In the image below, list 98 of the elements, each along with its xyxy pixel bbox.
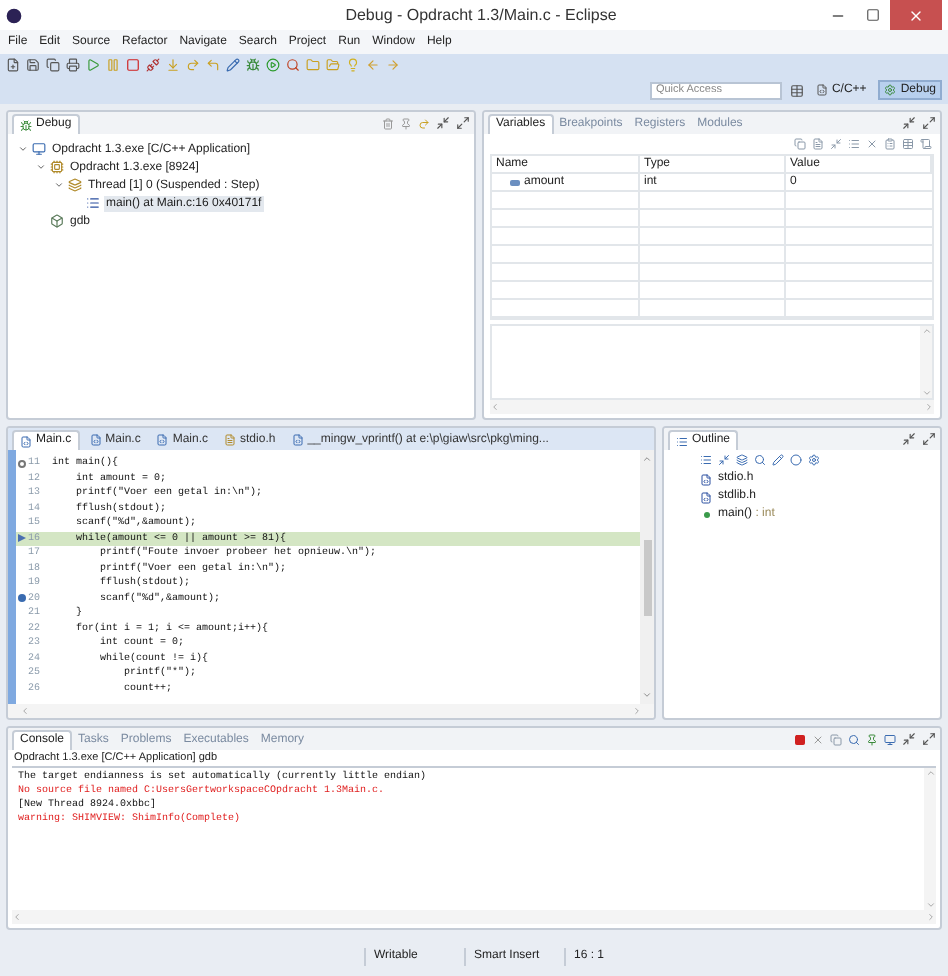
step-into-icon[interactable] — [166, 58, 180, 72]
maximize-window-icon[interactable] — [866, 8, 880, 22]
step-return-icon[interactable] — [206, 58, 220, 72]
play-icon[interactable] — [86, 58, 100, 72]
maximize-icon[interactable] — [922, 732, 936, 746]
maximize-icon[interactable] — [922, 432, 936, 446]
scroll-up-icon[interactable] — [642, 454, 652, 464]
include-icon — [700, 491, 712, 503]
open-perspective-icon[interactable] — [789, 83, 804, 97]
scroll-left-icon[interactable] — [12, 912, 22, 922]
list-icon — [676, 435, 688, 447]
scroll-right-icon[interactable] — [926, 912, 936, 922]
scroll-right-icon[interactable] — [632, 706, 642, 716]
scroll-left-icon[interactable] — [20, 706, 30, 716]
expanded-arrow-icon[interactable] — [52, 180, 64, 190]
code-file-icon — [89, 434, 102, 446]
monitor-icon — [32, 142, 46, 156]
gear-icon — [884, 84, 897, 96]
code-file-icon — [291, 434, 304, 446]
chip-icon — [50, 160, 64, 174]
plug-icon[interactable] — [146, 58, 160, 72]
variable-icon — [510, 180, 520, 186]
printer-icon[interactable] — [66, 58, 80, 72]
pencil-icon[interactable] — [226, 58, 240, 72]
minimize-icon[interactable] — [902, 432, 916, 446]
header-file-icon — [224, 434, 237, 446]
expanded-arrow-icon[interactable] — [16, 144, 28, 154]
list-icon — [86, 196, 100, 210]
stop-icon[interactable] — [126, 58, 140, 72]
box-icon — [50, 214, 64, 228]
document-icon[interactable] — [812, 138, 824, 150]
sort-icon[interactable] — [700, 454, 712, 466]
code-file-icon — [156, 434, 169, 446]
minimize-icon[interactable] — [902, 116, 916, 130]
breakpoint-icon[interactable] — [18, 594, 26, 603]
back-icon[interactable] — [366, 58, 380, 72]
folder-icon[interactable] — [306, 58, 320, 72]
horizontal-scrollbar[interactable] — [490, 400, 934, 414]
save-icon[interactable] — [26, 58, 40, 72]
scroll-right-icon[interactable] — [924, 402, 934, 412]
stop-icon[interactable] — [794, 733, 806, 745]
eclipse-logo-icon — [6, 7, 22, 23]
close-window-button[interactable] — [890, 0, 942, 30]
scrollbar[interactable] — [920, 326, 932, 398]
code-file-icon — [20, 435, 32, 447]
lightbulb-icon[interactable] — [346, 58, 360, 72]
remove-icon[interactable] — [866, 138, 878, 150]
collapse-icon[interactable] — [718, 454, 730, 466]
maximize-icon[interactable] — [922, 116, 936, 130]
pin-icon[interactable] — [400, 117, 412, 129]
run-icon[interactable] — [266, 58, 280, 72]
scrollbar[interactable] — [640, 450, 654, 704]
open-folder-icon[interactable] — [326, 58, 340, 72]
layers-icon[interactable] — [736, 454, 748, 466]
scroll-down-icon[interactable] — [921, 388, 931, 398]
scroll-down-icon[interactable] — [925, 900, 935, 910]
window-title: Debug - Opdracht 1.3/Main.c - Eclipse — [343, 3, 619, 27]
step-over-icon[interactable] — [418, 117, 430, 129]
horizontal-scrollbar[interactable] — [12, 910, 936, 924]
pause-icon[interactable] — [106, 58, 120, 72]
minimize-icon[interactable] — [436, 116, 450, 130]
close-icon — [908, 7, 924, 23]
minimize-icon[interactable] — [902, 732, 916, 746]
scroll-left-icon[interactable] — [490, 402, 500, 412]
dot-icon[interactable] — [790, 454, 802, 466]
step-over-icon[interactable] — [186, 58, 200, 72]
search-icon[interactable] — [754, 454, 766, 466]
copy-icon[interactable] — [46, 58, 60, 72]
remove-icon[interactable] — [812, 733, 824, 745]
scroll-icon[interactable] — [920, 138, 932, 150]
layers-icon — [68, 178, 82, 192]
gear-icon[interactable] — [808, 454, 820, 466]
maximize-icon[interactable] — [456, 116, 470, 130]
scroll-thumb[interactable] — [643, 539, 651, 615]
new-file-icon[interactable] — [6, 58, 20, 72]
pin-icon[interactable] — [866, 733, 878, 745]
scroll-down-icon[interactable] — [642, 690, 652, 700]
current-line-arrow-icon — [18, 534, 26, 543]
collapse-icon[interactable] — [830, 138, 842, 150]
horizontal-scrollbar[interactable] — [8, 704, 654, 718]
include-icon — [700, 473, 712, 485]
bug-icon — [20, 119, 32, 131]
scroll-up-icon[interactable] — [925, 768, 935, 778]
code-file-icon — [815, 84, 828, 96]
pencil-icon[interactable] — [772, 454, 784, 466]
table-icon[interactable] — [902, 138, 914, 150]
bug-icon[interactable] — [246, 58, 260, 72]
clipboard-icon[interactable] — [884, 138, 896, 150]
forward-icon[interactable] — [386, 58, 400, 72]
scroll-up-icon[interactable] — [921, 326, 931, 336]
search-icon[interactable] — [286, 58, 300, 72]
scrollbar[interactable] — [924, 768, 936, 910]
fold-icon[interactable] — [18, 459, 26, 468]
search-icon[interactable] — [848, 733, 860, 745]
list-icon[interactable] — [848, 138, 860, 150]
monitor-icon[interactable] — [884, 733, 896, 745]
expanded-arrow-icon[interactable] — [34, 162, 46, 172]
remove-icon[interactable] — [382, 117, 394, 129]
